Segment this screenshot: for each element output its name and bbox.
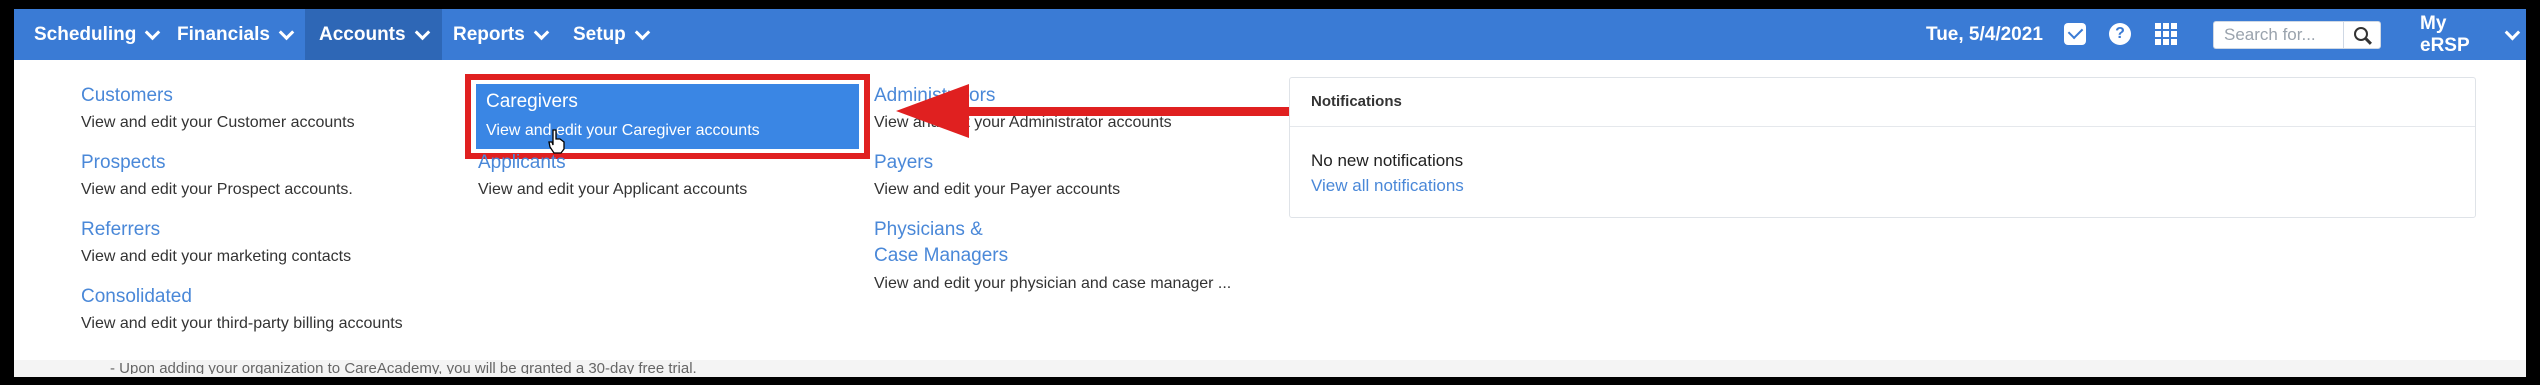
background-page: - Upon adding your organization to CareA… [14,360,2526,377]
arrow-shaft [964,107,1289,116]
background-text: - Upon adding your organization to CareA… [110,361,697,374]
annotation-arrow [896,84,1289,138]
app-window: Scheduling Financials Accounts Reports S… [14,9,2526,377]
hand-cursor-icon [548,129,565,154]
arrow-head [896,84,969,138]
